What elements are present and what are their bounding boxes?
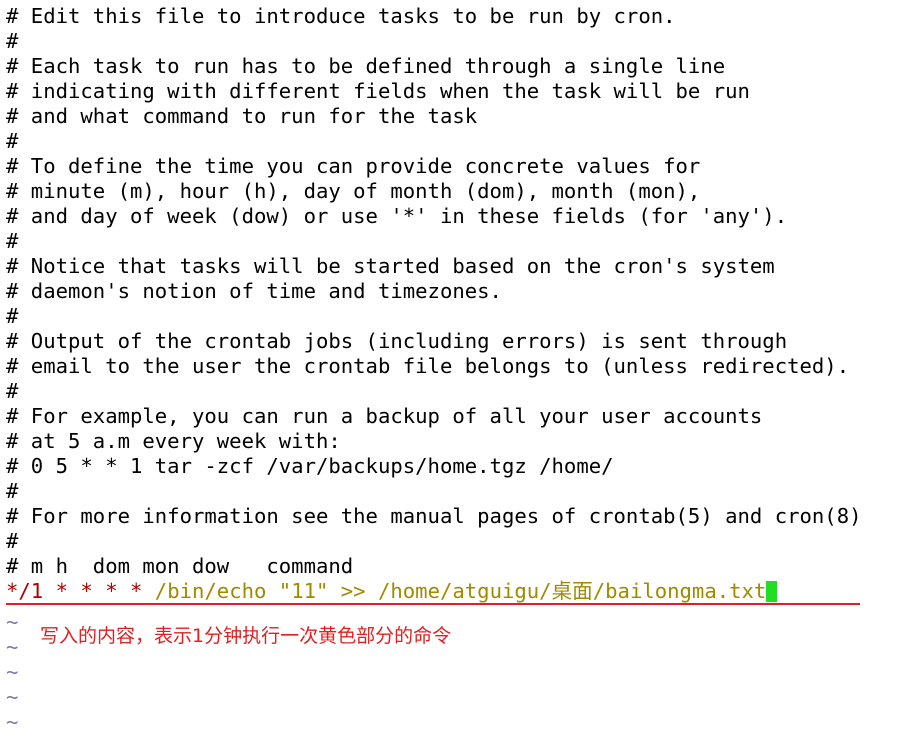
comment-line-18: # at 5 a.m every week with: — [6, 429, 341, 453]
comment-line-6: # — [6, 129, 19, 153]
comment-line-1: # Edit this file to introduce tasks to b… — [6, 4, 676, 28]
comment-line-11: # Notice that tasks will be started base… — [6, 254, 775, 278]
empty-line-marker: ~ — [6, 685, 19, 709]
comment-line-2: # — [6, 29, 19, 53]
comment-line-9: # and day of week (dow) or use '*' in th… — [6, 204, 788, 228]
comment-line-12: # daemon's notion of time and timezones. — [6, 279, 502, 303]
comment-line-22: # — [6, 529, 19, 553]
empty-line-marker: ~ — [6, 660, 19, 684]
comment-line-13: # — [6, 304, 19, 328]
comment-line-5: # and what command to run for the task — [6, 104, 478, 128]
comment-line-15: # email to the user the crontab file bel… — [6, 354, 850, 378]
cron-minute-field: */1 — [6, 579, 44, 603]
cron-entry-line[interactable]: */1 * * * * /bin/echo "11" >> /home/atgu… — [6, 579, 910, 604]
comment-line-20: # — [6, 479, 19, 503]
empty-line-marker: ~ — [6, 710, 19, 734]
comment-line-8: # minute (m), hour (h), day of month (do… — [6, 179, 701, 203]
comment-line-7: # To define the time you can provide con… — [6, 154, 701, 178]
comment-line-17: # For example, you can run a backup of a… — [6, 404, 763, 428]
comment-line-19: # 0 5 * * 1 tar -zcf /var/backups/home.t… — [6, 454, 614, 478]
annotation-text: 写入的内容，表示1分钟执行一次黄色部分的命令 — [40, 625, 452, 647]
comment-line-10: # — [6, 229, 19, 253]
comment-line-4: # indicating with different fields when … — [6, 79, 750, 103]
comment-line-21: # For more information see the manual pa… — [6, 504, 862, 528]
comment-line-14: # Output of the crontab jobs (including … — [6, 329, 788, 353]
cron-command: /bin/echo "11" >> /home/atguigu/桌面/bailo… — [142, 579, 767, 603]
comment-line-3: # Each task to run has to be defined thr… — [6, 54, 726, 78]
comment-line-23: # m h dom mon dow command — [6, 554, 354, 578]
cron-schedule-fields: * * * * — [43, 579, 143, 603]
comment-line-16: # — [6, 379, 19, 403]
annotation-underline — [6, 603, 860, 605]
text-cursor — [766, 581, 778, 602]
